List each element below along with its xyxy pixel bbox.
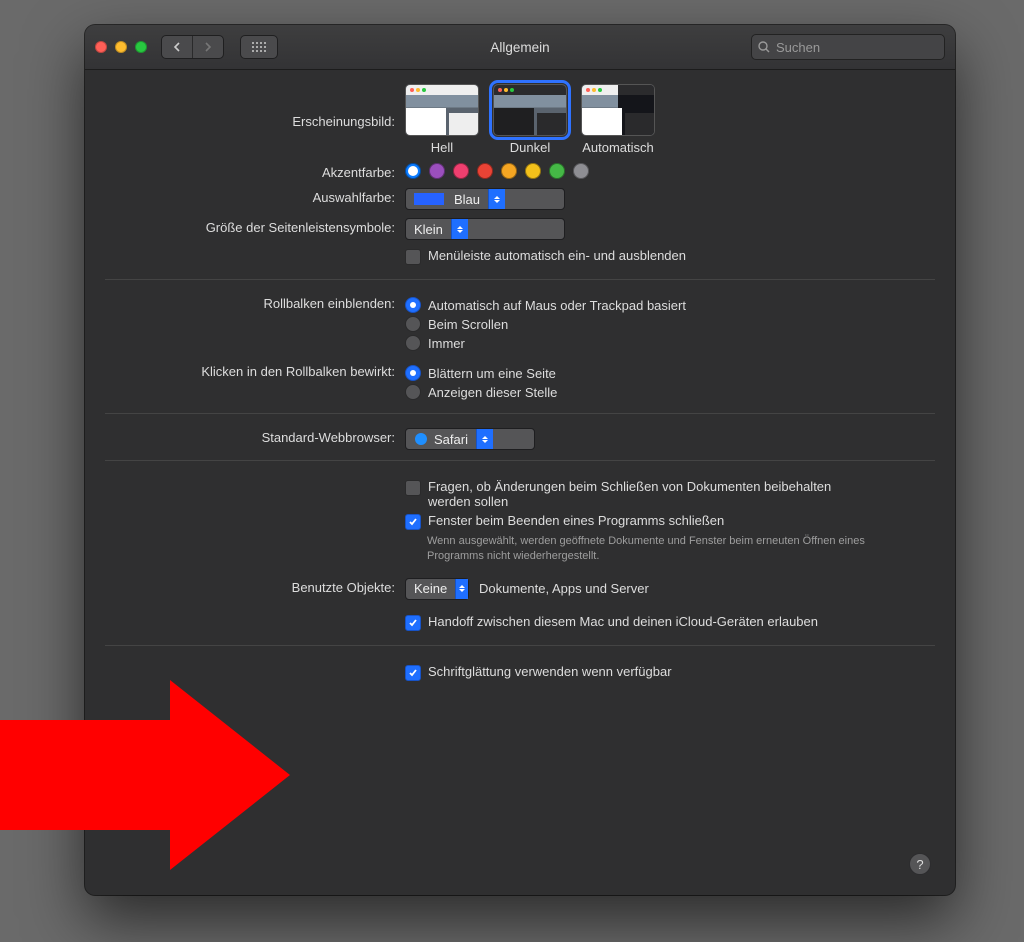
label-scrollbars: Rollbalken einblenden: (105, 294, 405, 311)
help-button[interactable]: ? (909, 853, 931, 875)
divider (105, 413, 935, 414)
handoff-checkbox[interactable]: Handoff zwischen diesem Mac und deinen i… (405, 614, 935, 631)
highlight-popup[interactable]: Blau (405, 188, 565, 210)
ask-keep-changes-label: Fragen, ob Änderungen beim Schließen von… (428, 479, 858, 509)
accent-swatch[interactable] (429, 163, 445, 179)
grid-icon (252, 42, 266, 52)
back-button[interactable] (162, 36, 193, 58)
recent-items-value: Keine (414, 581, 447, 596)
nav-group (161, 35, 224, 59)
ask-keep-changes-checkbox[interactable]: Fragen, ob Änderungen beim Schließen von… (405, 479, 935, 509)
show-all-button[interactable] (240, 35, 278, 59)
accent-swatch[interactable] (501, 163, 517, 179)
safari-icon (414, 432, 428, 446)
close-windows-checkbox[interactable]: Fenster beim Beenden eines Programms sch… (405, 513, 935, 530)
accent-swatch[interactable] (405, 163, 421, 179)
divider (105, 645, 935, 646)
radio-option[interactable]: Anzeigen dieser Stelle (405, 384, 935, 400)
traffic-lights (95, 41, 153, 53)
popup-arrows-icon (451, 219, 468, 239)
close-button[interactable] (95, 41, 107, 53)
popup-arrows-icon (476, 429, 493, 449)
content: Erscheinungsbild: Hell (85, 70, 955, 713)
popup-arrows-icon (455, 579, 468, 599)
accent-swatch[interactable] (477, 163, 493, 179)
label-sidebar-size: Größe der Seitenleistensymbole: (105, 218, 405, 235)
divider (105, 279, 935, 280)
search-field[interactable] (751, 34, 945, 60)
appearance-label-dark: Dunkel (510, 140, 550, 155)
label-click-scroll: Klicken in den Rollbalken bewirkt: (105, 362, 405, 379)
radio-option[interactable]: Blättern um eine Seite (405, 365, 935, 381)
default-browser-popup[interactable]: Safari (405, 428, 535, 450)
zoom-button[interactable] (135, 41, 147, 53)
font-smoothing-label: Schriftglättung verwenden wenn verfügbar (428, 664, 672, 679)
label-accent: Akzentfarbe: (105, 163, 405, 180)
label-appearance: Erscheinungsbild: (105, 84, 405, 129)
recent-items-suffix: Dokumente, Apps und Server (479, 581, 649, 596)
divider (105, 460, 935, 461)
titlebar: Allgemein (85, 25, 955, 70)
appearance-label-auto: Automatisch (582, 140, 654, 155)
click-scroll-group: Blättern um eine Seite Anzeigen dieser St… (405, 362, 935, 403)
label-recent-items: Benutzte Objekte: (105, 578, 405, 595)
sidebar-size-popup[interactable]: Klein (405, 218, 565, 240)
radio-option[interactable]: Beim Scrollen (405, 316, 935, 332)
prefs-window: Allgemein Erscheinungsbild: (85, 25, 955, 895)
radio-option[interactable]: Automatisch auf Maus oder Trackpad basie… (405, 297, 935, 313)
font-smoothing-checkbox[interactable]: Schriftglättung verwenden wenn verfügbar (405, 664, 935, 681)
appearance-thumbs: Hell Dunkel (405, 84, 935, 155)
accent-swatches (405, 163, 935, 179)
minimize-button[interactable] (115, 41, 127, 53)
accent-swatch[interactable] (573, 163, 589, 179)
close-windows-label: Fenster beim Beenden eines Programms sch… (428, 513, 724, 528)
scrollbars-group: Automatisch auf Maus oder Trackpad basie… (405, 294, 935, 354)
search-icon (758, 41, 770, 53)
search-input[interactable] (774, 39, 938, 56)
close-windows-subtext: Wenn ausgewählt, werden geöffnete Dokume… (427, 534, 897, 564)
sidebar-size-value: Klein (414, 222, 443, 237)
accent-swatch[interactable] (549, 163, 565, 179)
menubar-autohide-checkbox[interactable]: Menüleiste automatisch ein- und ausblend… (405, 248, 935, 265)
accent-swatch[interactable] (453, 163, 469, 179)
appearance-option-auto[interactable] (581, 84, 655, 136)
highlight-swatch (414, 193, 444, 205)
label-default-browser: Standard-Webbrowser: (105, 428, 405, 445)
handoff-label: Handoff zwischen diesem Mac und deinen i… (428, 614, 818, 629)
appearance-option-light[interactable] (405, 84, 479, 136)
recent-items-popup[interactable]: Keine (405, 578, 469, 600)
appearance-option-dark[interactable] (493, 84, 567, 136)
appearance-label-light: Hell (431, 140, 453, 155)
menubar-autohide-label: Menüleiste automatisch ein- und ausblend… (428, 248, 686, 263)
default-browser-value: Safari (434, 432, 468, 447)
radio-option[interactable]: Immer (405, 335, 935, 351)
popup-arrows-icon (488, 189, 505, 209)
accent-swatch[interactable] (525, 163, 541, 179)
forward-button[interactable] (193, 36, 223, 58)
label-highlight: Auswahlfarbe: (105, 188, 405, 205)
highlight-value: Blau (454, 192, 480, 207)
